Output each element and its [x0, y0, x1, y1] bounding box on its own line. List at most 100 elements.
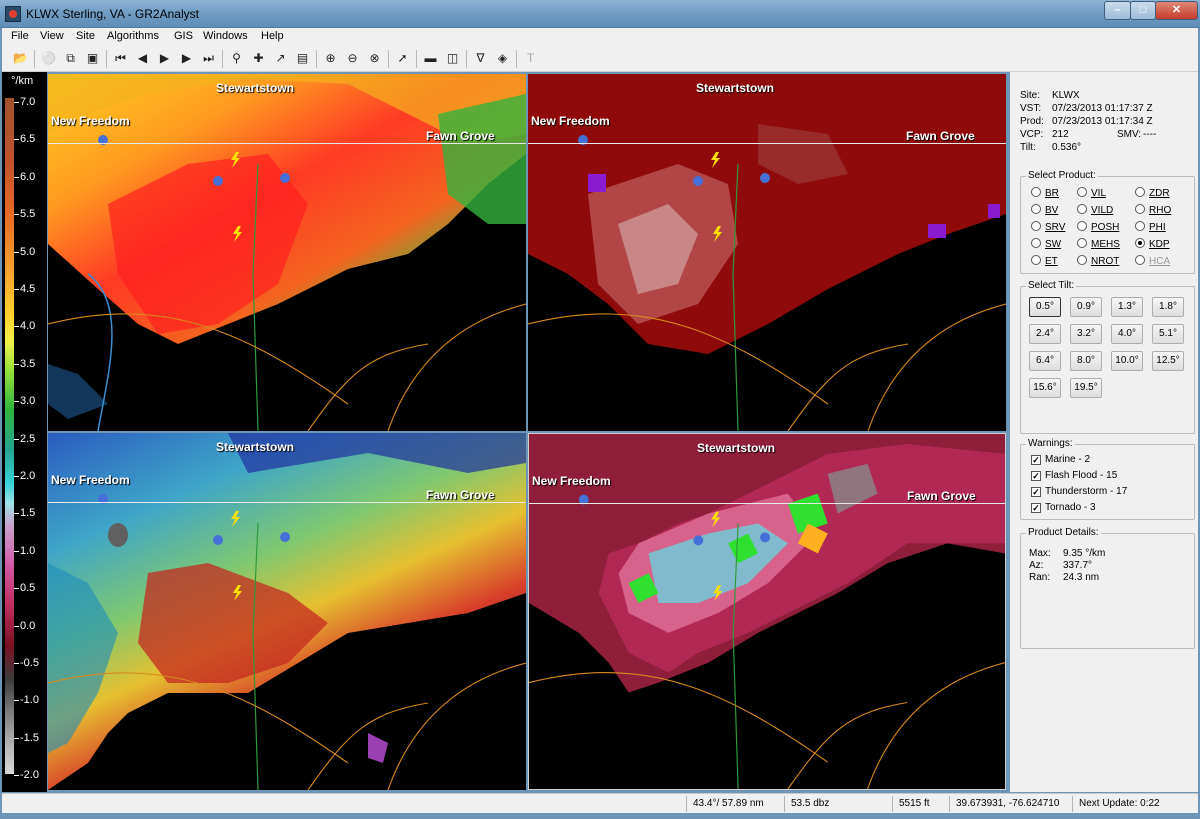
toolbar-separator: [388, 50, 389, 68]
tilt-button[interactable]: 6.4°: [1029, 351, 1061, 371]
app-icon: [5, 6, 21, 22]
arrow-icon[interactable]: ➚: [394, 50, 411, 67]
tilt-button[interactable]: 2.4°: [1029, 324, 1061, 344]
tilt-button[interactable]: 1.3°: [1111, 297, 1143, 317]
menu-view[interactable]: View: [40, 30, 64, 42]
measure-icon[interactable]: ↗: [272, 50, 289, 67]
pan-icon[interactable]: ✚: [250, 50, 267, 67]
menu-gis[interactable]: GIS: [174, 30, 193, 42]
product-radio-nrot[interactable]: NROT: [1077, 255, 1119, 267]
product-radio-hca[interactable]: HCA: [1135, 255, 1170, 267]
color-scale-tick: [14, 625, 19, 627]
menu-file[interactable]: File: [11, 30, 29, 42]
radar-panel-correlation[interactable]: Stewartstown New Freedom Fawn Grove: [528, 74, 1006, 431]
product-radio-srv[interactable]: SRV: [1031, 221, 1065, 233]
tilt-button[interactable]: 5.1°: [1152, 324, 1184, 344]
radio-dot: [1135, 221, 1145, 231]
product-details-group: Product Details: Max: 9.35 °/km Az: 337.…: [1020, 527, 1195, 649]
zoom-out-icon[interactable]: ⊖: [344, 50, 361, 67]
product-label: ET: [1045, 256, 1058, 267]
zoom-reset-icon[interactable]: ⊗: [366, 50, 383, 67]
color-scale-tick: [14, 775, 19, 777]
clipboard-icon[interactable]: ▤: [294, 50, 311, 67]
tilt-button[interactable]: 8.0°: [1070, 351, 1102, 371]
product-radio-kdp[interactable]: KDP: [1135, 238, 1170, 250]
tilt-button[interactable]: 15.6°: [1029, 378, 1061, 398]
product-details-title: Product Details:: [1026, 527, 1101, 538]
product-radio-vil[interactable]: VIL: [1077, 187, 1106, 199]
product-radio-br[interactable]: BR: [1031, 187, 1059, 199]
radar-panel-reflectivity[interactable]: Stewartstown New Freedom Fawn Grove: [48, 74, 526, 431]
title-bar[interactable]: KLWX Sterling, VA - GR2Analyst – □ ✕: [0, 0, 1200, 28]
warning-label: Tornado - 3: [1045, 502, 1096, 513]
layers-icon[interactable]: ▣: [84, 50, 101, 67]
skip-forward-icon[interactable]: ⏭: [200, 50, 217, 67]
product-radio-zdr[interactable]: ZDR: [1135, 187, 1170, 199]
warning-checkbox[interactable]: ✓ Flash Flood - 15: [1031, 470, 1117, 481]
product-radio-phi[interactable]: PHI: [1135, 221, 1166, 233]
product-radio-et[interactable]: ET: [1031, 255, 1058, 267]
color-scale-tick: [14, 214, 19, 216]
max-value: 9.35 °/km: [1063, 548, 1106, 559]
product-radio-mehs[interactable]: MEHS: [1077, 238, 1120, 250]
text-icon[interactable]: T: [522, 50, 539, 67]
diamond-icon[interactable]: ◈: [494, 50, 511, 67]
minimize-button[interactable]: –: [1104, 1, 1131, 20]
zoom-icon[interactable]: ⚲: [228, 50, 245, 67]
color-scale-label: 3.5: [20, 357, 36, 370]
step-forward-icon[interactable]: ▶: [178, 50, 195, 67]
toolbar-separator: [416, 50, 417, 68]
product-radio-rho[interactable]: RHO: [1135, 204, 1171, 216]
warning-checkbox[interactable]: ✓ Thunderstorm - 17: [1031, 486, 1127, 497]
zoom-in-icon[interactable]: ⊕: [322, 50, 339, 67]
filter-icon[interactable]: ∇: [472, 50, 489, 67]
menu-help[interactable]: Help: [261, 30, 284, 42]
step-back-icon[interactable]: ◀: [134, 50, 151, 67]
copy-icon[interactable]: ⧉: [62, 50, 79, 67]
product-label: POSH: [1091, 222, 1120, 233]
tilt-button[interactable]: 3.2°: [1070, 324, 1102, 344]
ran-value: 24.3 nm: [1063, 572, 1100, 583]
skip-back-icon[interactable]: ⏮: [112, 50, 129, 67]
color-scale-label: 0.0: [20, 619, 36, 632]
warning-checkbox[interactable]: ✓ Marine - 2: [1031, 454, 1090, 465]
status-next-update: Next Update: 0:22: [1072, 796, 1160, 812]
tilt-button[interactable]: 1.8°: [1152, 297, 1184, 317]
play-icon[interactable]: ▶: [156, 50, 173, 67]
state-line: [48, 502, 526, 503]
product-radio-vild[interactable]: VILD: [1077, 204, 1113, 216]
dual-pane-icon[interactable]: ◫: [444, 50, 461, 67]
color-scale-label: 1.0: [20, 544, 36, 557]
tilt-button[interactable]: 19.5°: [1070, 378, 1102, 398]
state-line: [48, 143, 526, 144]
color-scale-tick: [14, 588, 19, 590]
tilt-button[interactable]: 0.9°: [1070, 297, 1102, 317]
status-value: 53.5 dbz: [784, 796, 829, 812]
checkbox-box: ✓: [1031, 471, 1041, 481]
maximize-button[interactable]: □: [1130, 1, 1156, 20]
menu-windows[interactable]: Windows: [203, 30, 248, 42]
tilt-button[interactable]: 0.5°: [1029, 297, 1061, 317]
single-pane-icon[interactable]: ▬: [422, 50, 439, 67]
radar-panel-velocity[interactable]: Stewartstown New Freedom Fawn Grove: [48, 433, 526, 790]
connect-icon[interactable]: ⚪: [40, 50, 57, 67]
radio-dot: [1135, 187, 1145, 197]
radar-panel-kdp[interactable]: Stewartstown New Freedom Fawn Grove: [528, 433, 1006, 790]
tilt-button[interactable]: 4.0°: [1111, 324, 1143, 344]
town-label-fawn-grove: Fawn Grove: [426, 488, 495, 502]
tilt-button[interactable]: 12.5°: [1152, 351, 1184, 371]
color-scale-label: -0.5: [20, 657, 39, 669]
warning-checkbox[interactable]: ✓ Tornado - 3: [1031, 502, 1096, 513]
menu-site[interactable]: Site: [76, 30, 95, 42]
town-label-new-freedom: New Freedom: [531, 114, 610, 128]
open-icon[interactable]: 📂: [12, 50, 29, 67]
menu-algorithms[interactable]: Algorithms: [107, 30, 159, 42]
close-button[interactable]: ✕: [1155, 1, 1198, 20]
color-scale-label: 5.0: [20, 245, 36, 258]
product-radio-bv[interactable]: BV: [1031, 204, 1058, 216]
product-radio-posh[interactable]: POSH: [1077, 221, 1119, 233]
tilt-button[interactable]: 10.0°: [1111, 351, 1143, 371]
color-scale: °/km 7.0 6.5 6.0 5.5 5.0 4.5 4.0 3.5 3.0 2.5 2.0 1.…: [2, 72, 47, 792]
product-radio-sw[interactable]: SW: [1031, 238, 1061, 250]
color-scale-label: -2.0: [20, 769, 39, 782]
